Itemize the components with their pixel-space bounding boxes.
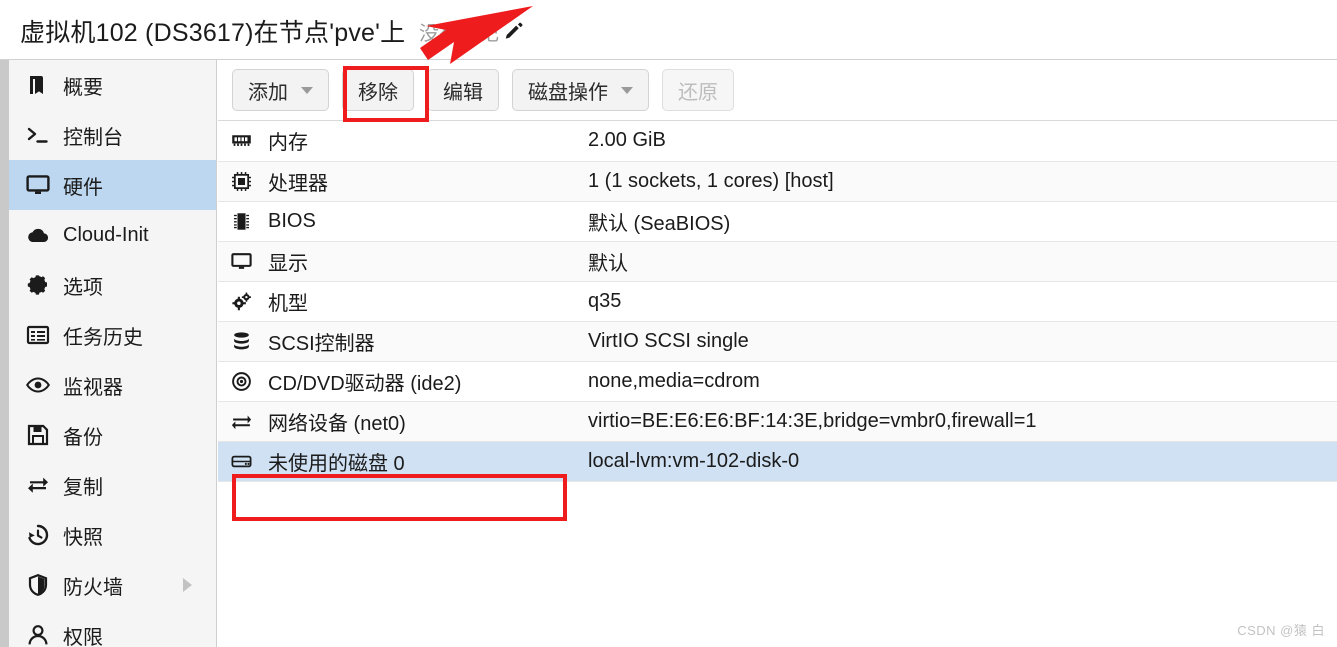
content-panel: 添加 移除 编辑 磁盘操作 还原 内存 2.00 GiB 处理器 1 (1 sockets, …	[218, 60, 1337, 647]
hardware-row-key: 机型	[264, 281, 588, 322]
chip-icon	[218, 201, 264, 242]
cpu-icon	[218, 161, 264, 202]
hardware-row-key: BIOS	[264, 201, 588, 242]
sidebar-item-label: 概要	[63, 76, 103, 99]
sidebar-item-4[interactable]: Cloud-Init	[9, 210, 216, 260]
sidebar-item-label: 权限	[63, 626, 103, 647]
sidebar-item-10[interactable]: 快照	[9, 510, 216, 560]
toolbar-button-label: 磁盘操作	[528, 81, 608, 104]
no-tags-label: 没有标记	[419, 23, 499, 45]
sidebar-item-label: 选项	[63, 276, 103, 299]
sidebar-item-7[interactable]: 监视器	[9, 360, 216, 410]
toolbar-button-label: 添加	[248, 81, 288, 104]
table-row[interactable]: 机型 q35	[218, 281, 1337, 322]
table-row[interactable]: 未使用的磁盘 0 local-lvm:vm-102-disk-0	[218, 441, 1337, 482]
table-row[interactable]: 网络设备 (net0) virtio=BE:E6:E6:BF:14:3E,brid…	[218, 401, 1337, 442]
terminal-icon	[25, 122, 51, 148]
hardware-row-value: 1 (1 sockets, 1 cores) [host]	[588, 161, 1337, 202]
hardware-row-key: 未使用的磁盘 0	[264, 441, 588, 482]
eye-icon	[25, 372, 51, 398]
chevron-down-icon	[621, 86, 633, 94]
hardware-row-key: 网络设备 (net0)	[264, 401, 588, 442]
sidebar-item-label: 控制台	[63, 126, 123, 149]
refresh-icon	[25, 472, 51, 498]
display-icon	[218, 241, 264, 282]
memory-icon	[218, 121, 264, 162]
chevron-down-icon	[301, 86, 313, 94]
sidebar-item-label: 硬件	[63, 176, 103, 199]
table-row[interactable]: BIOS 默认 (SeaBIOS)	[218, 201, 1337, 242]
sidebar-item-9[interactable]: 复制	[9, 460, 216, 510]
user-icon	[25, 622, 51, 647]
hardware-row-key: 内存	[264, 121, 588, 162]
table-row[interactable]: 处理器 1 (1 sockets, 1 cores) [host]	[218, 161, 1337, 202]
sidebar-item-label: 快照	[63, 526, 103, 549]
tags-area[interactable]: 没有标记	[419, 17, 525, 46]
toolbar-button-4[interactable]: 磁盘操作	[512, 69, 649, 111]
sidebar-item-8[interactable]: 备份	[9, 410, 216, 460]
cloud-icon	[25, 222, 51, 248]
page-title: 虚拟机102 (DS3617)在节点'pve'上	[20, 19, 406, 47]
hardware-row-key: 显示	[264, 241, 588, 282]
watermark: CSDN @猿 白	[1237, 623, 1325, 638]
sidebar-item-5[interactable]: 选项	[9, 260, 216, 310]
gears-icon	[218, 281, 264, 322]
hdd-icon	[218, 441, 264, 482]
list-icon	[25, 322, 51, 348]
table-row[interactable]: SCSI控制器 VirtIO SCSI single	[218, 321, 1337, 362]
sidebar-scrollbar[interactable]	[0, 60, 9, 647]
hardware-row-value: 默认 (SeaBIOS)	[588, 201, 1337, 242]
toolbar-button-5: 还原	[662, 69, 734, 111]
shield-icon	[25, 572, 51, 598]
sidebar-item-12[interactable]: 权限	[9, 610, 216, 647]
sidebar-item-label: 备份	[63, 426, 103, 449]
hardware-table: 内存 2.00 GiB 处理器 1 (1 sockets, 1 cores) [hos…	[218, 121, 1337, 482]
sidebar-item-6[interactable]: 任务历史	[9, 310, 216, 360]
hardware-row-key: SCSI控制器	[264, 321, 588, 362]
table-row[interactable]: 内存 2.00 GiB	[218, 121, 1337, 162]
sidebar-item-2[interactable]: 控制台	[9, 110, 216, 160]
hardware-row-value: 默认	[588, 241, 1337, 282]
sidebar-item-3[interactable]: 硬件	[9, 160, 216, 210]
sidebar-item-1[interactable]: 概要	[9, 60, 216, 110]
toolbar-button-2[interactable]: 移除	[342, 69, 414, 111]
hardware-row-key: CD/DVD驱动器 (ide2)	[264, 361, 588, 402]
toolbar-button-label: 编辑	[443, 81, 483, 104]
hardware-row-value: none,media=cdrom	[588, 361, 1337, 402]
hardware-row-value: virtio=BE:E6:E6:BF:14:3E,bridge=vmbr0,fi…	[588, 401, 1337, 442]
pencil-icon[interactable]	[503, 21, 525, 43]
hardware-row-value: local-lvm:vm-102-disk-0	[588, 441, 1337, 482]
page-header: 虚拟机102 (DS3617)在节点'pve'上 没有标记	[0, 0, 1337, 60]
hardware-row-value: 2.00 GiB	[588, 121, 1337, 162]
table-row[interactable]: CD/DVD驱动器 (ide2) none,media=cdrom	[218, 361, 1337, 402]
toolbar-button-label: 移除	[358, 81, 398, 104]
database-icon	[218, 321, 264, 362]
hardware-toolbar: 添加 移除 编辑 磁盘操作 还原	[218, 60, 1337, 121]
sidebar-item-11[interactable]: 防火墙	[9, 560, 216, 610]
book-icon	[25, 72, 51, 98]
save-icon	[25, 422, 51, 448]
toolbar-button-label: 还原	[678, 81, 718, 104]
history-icon	[25, 522, 51, 548]
monitor-icon	[25, 172, 51, 198]
sidebar-nav: 概要控制台硬件 Cloud-Init 选项任务历史监视器备份复制快照防火墙权限	[9, 60, 217, 647]
toolbar-button-1[interactable]: 添加	[232, 69, 329, 111]
sidebar-item-label: 防火墙	[63, 576, 123, 599]
sidebar-item-label: 复制	[63, 476, 103, 499]
gear-icon	[25, 272, 51, 298]
hardware-row-value: VirtIO SCSI single	[588, 321, 1337, 362]
sidebar-item-label: Cloud-Init	[63, 223, 149, 246]
sidebar-item-label: 任务历史	[63, 326, 143, 349]
disc-icon	[218, 361, 264, 402]
hardware-row-value: q35	[588, 281, 1337, 322]
chevron-right-icon[interactable]	[183, 578, 192, 592]
network-icon	[218, 401, 264, 442]
sidebar-item-label: 监视器	[63, 376, 123, 399]
table-row[interactable]: 显示 默认	[218, 241, 1337, 282]
hardware-row-key: 处理器	[264, 161, 588, 202]
toolbar-button-3[interactable]: 编辑	[427, 69, 499, 111]
